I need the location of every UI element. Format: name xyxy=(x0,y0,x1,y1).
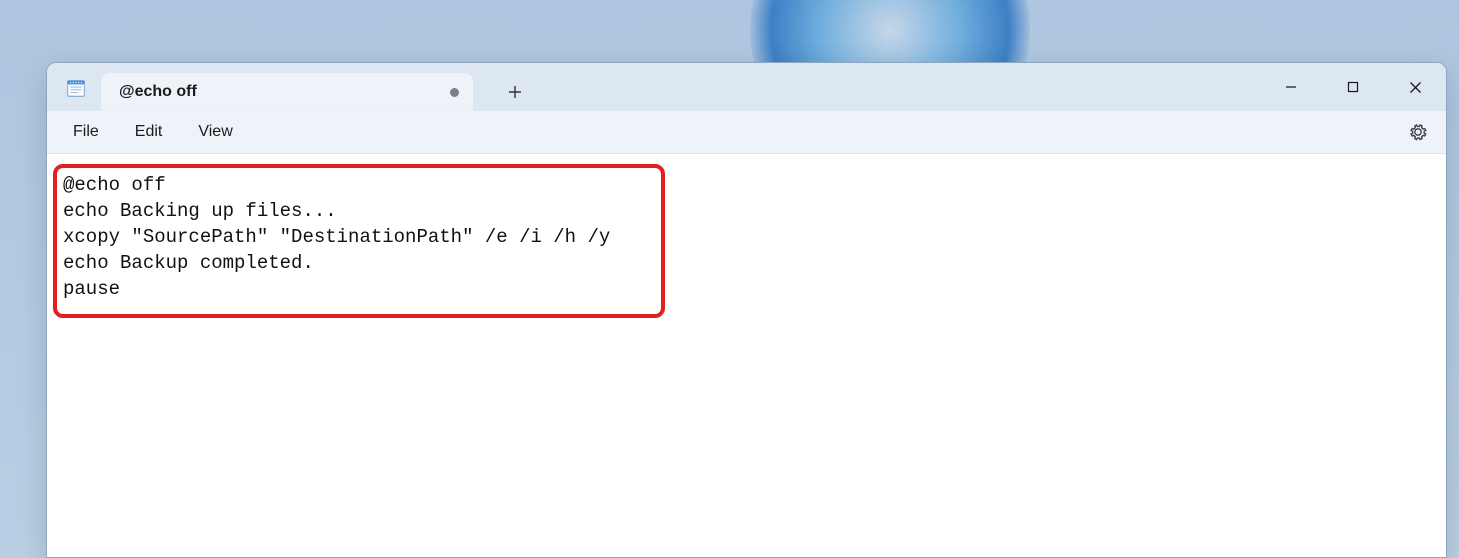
menu-view[interactable]: View xyxy=(180,117,250,147)
editor-text[interactable]: @echo off echo Backing up files... xcopy… xyxy=(59,172,1434,302)
gear-icon xyxy=(1408,122,1428,142)
modified-indicator-icon xyxy=(450,88,459,97)
window-controls xyxy=(1260,63,1446,111)
close-button[interactable] xyxy=(1384,63,1446,111)
tab-title: @echo off xyxy=(119,83,442,101)
notepad-window: @echo off xyxy=(46,62,1447,558)
tab-strip: @echo off xyxy=(101,63,535,111)
menu-file[interactable]: File xyxy=(55,117,117,147)
minimize-button[interactable] xyxy=(1260,63,1322,111)
notepad-app-icon xyxy=(65,77,87,99)
menu-edit[interactable]: Edit xyxy=(117,117,181,147)
document-tab[interactable]: @echo off xyxy=(101,73,473,111)
new-tab-button[interactable] xyxy=(495,73,535,111)
settings-button[interactable] xyxy=(1404,118,1432,146)
editor-area[interactable]: @echo off echo Backing up files... xcopy… xyxy=(47,154,1446,557)
menubar: File Edit View xyxy=(47,111,1446,154)
maximize-button[interactable] xyxy=(1322,63,1384,111)
titlebar[interactable]: @echo off xyxy=(47,63,1446,111)
